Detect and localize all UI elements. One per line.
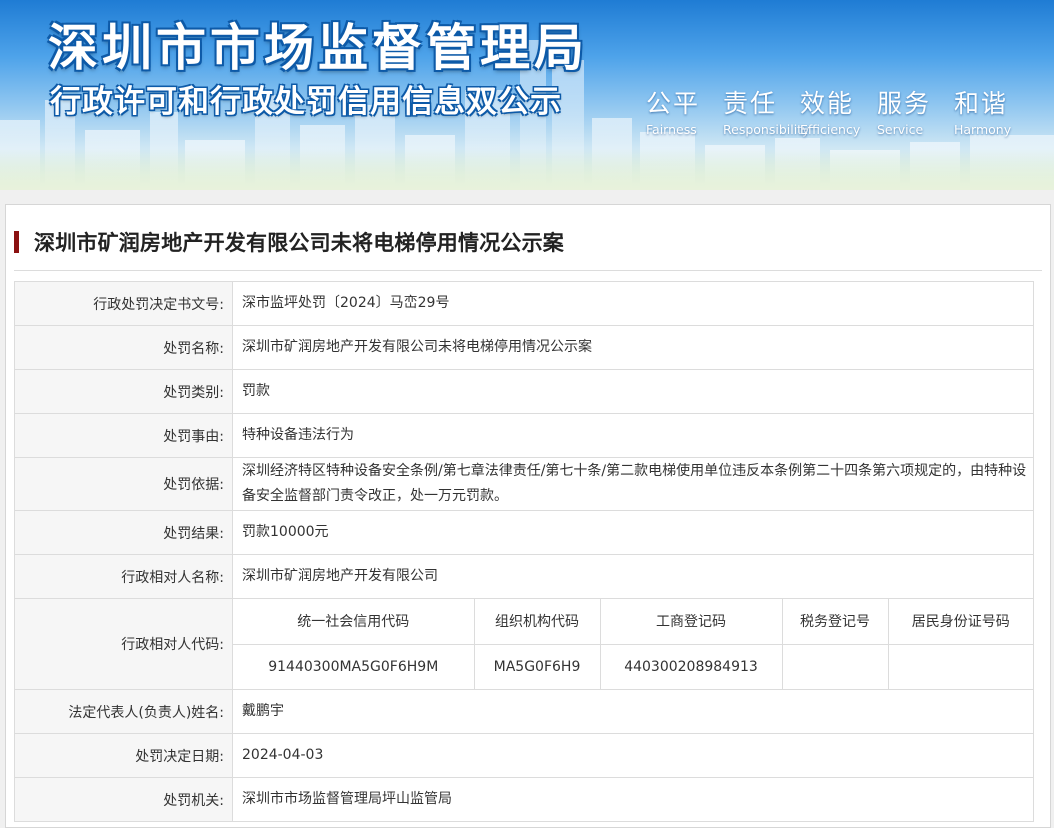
- banner-title: 深圳市市场监督管理局: [48, 19, 588, 77]
- field-value-category: 罚款: [232, 369, 1034, 414]
- penalty-info-table: 行政处罚决定书文号: 深市监坪处罚〔2024〕马峦29号 处罚名称: 深圳市矿润…: [14, 281, 1034, 822]
- code-header: 统一社会信用代码: [233, 599, 475, 645]
- field-label: 处罚决定日期:: [14, 733, 233, 778]
- slogan-cn: 责任: [723, 89, 778, 118]
- field-label: 行政处罚决定书文号:: [14, 281, 233, 326]
- field-label: 行政相对人名称:: [14, 554, 233, 599]
- field-value-doc-no: 深市监坪处罚〔2024〕马峦29号: [232, 281, 1034, 326]
- slogan-harmony: 和谐 Harmony: [954, 84, 1031, 137]
- banner-slogans: 公平 Fairness 责任 Responsibility 效能 Efficie…: [646, 84, 1031, 137]
- id-number-value: [887, 643, 1033, 689]
- slogan-cn: 服务: [877, 89, 932, 118]
- table-row: 处罚决定日期: 2024-04-03: [14, 733, 1034, 778]
- field-label: 处罚事由:: [14, 413, 233, 458]
- field-label: 处罚名称:: [14, 325, 233, 370]
- table-row: 行政处罚决定书文号: 深市监坪处罚〔2024〕马峦29号: [14, 281, 1034, 326]
- slogan-service: 服务 Service: [877, 84, 954, 137]
- site-banner: 深圳市市场监督管理局 行政许可和行政处罚信用信息双公示 公平 Fairness …: [0, 0, 1054, 190]
- table-row: 行政相对人名称: 深圳市矿润房地产开发有限公司: [14, 554, 1034, 599]
- code-header: 税务登记号: [781, 599, 889, 645]
- table-row: 法定代表人(负责人)姓名: 戴鹏宇: [14, 689, 1034, 734]
- table-row: 处罚结果: 罚款10000元: [14, 510, 1034, 555]
- code-header: 居民身份证号码: [887, 599, 1033, 645]
- table-row: 处罚依据: 深圳经济特区特种设备安全条例/第七章法律责任/第七十条/第二款电梯使…: [14, 457, 1034, 511]
- business-reg-value: 440300208984913: [599, 643, 783, 689]
- code-header: 工商登记码: [599, 599, 783, 645]
- field-value-date: 2024-04-03: [232, 733, 1034, 778]
- field-value-result: 罚款10000元: [232, 510, 1034, 555]
- field-label: 处罚结果:: [14, 510, 233, 555]
- content-panel: 深圳市矿润房地产开发有限公司未将电梯停用情况公示案 行政处罚决定书文号: 深市监…: [5, 204, 1051, 828]
- slogan-en: Harmony: [954, 122, 1012, 137]
- slogan-cn: 公平: [646, 89, 701, 118]
- field-label: 处罚类别:: [14, 369, 233, 414]
- field-label: 法定代表人(负责人)姓名:: [14, 689, 233, 734]
- slogan-cn: 效能: [800, 89, 855, 118]
- table-row: 处罚事由: 特种设备违法行为: [14, 413, 1034, 458]
- credit-code-value: 91440300MA5G0F6H9M: [233, 643, 475, 689]
- codes-value-row: 91440300MA5G0F6H9M MA5G0F6H9 44030020898…: [233, 643, 1033, 689]
- field-label: 处罚机关:: [14, 777, 233, 822]
- table-row: 行政相对人代码: 统一社会信用代码 组织机构代码 工商登记码 税务登记号 居民身…: [14, 598, 1034, 690]
- tax-reg-value: [781, 643, 889, 689]
- page-title: 深圳市矿润房地产开发有限公司未将电梯停用情况公示案: [34, 231, 564, 255]
- table-row: 处罚类别: 罚款: [14, 369, 1034, 414]
- banner-subtitle: 行政许可和行政处罚信用信息双公示: [50, 84, 562, 120]
- slogan-fairness: 公平 Fairness: [646, 84, 723, 137]
- org-code-value: MA5G0F6H9: [473, 643, 601, 689]
- field-label: 行政相对人代码:: [14, 598, 233, 690]
- page-title-header: 深圳市矿润房地产开发有限公司未将电梯停用情况公示案: [14, 227, 1042, 271]
- party-codes-table: 统一社会信用代码 组织机构代码 工商登记码 税务登记号 居民身份证号码 9144…: [233, 599, 1033, 689]
- codes-header-row: 统一社会信用代码 组织机构代码 工商登记码 税务登记号 居民身份证号码: [233, 599, 1033, 645]
- field-value-authority: 深圳市市场监督管理局坪山监管局: [232, 777, 1034, 822]
- slogan-en: Efficiency: [800, 122, 861, 137]
- field-value-legal-rep: 戴鹏宇: [232, 689, 1034, 734]
- slogan-cn: 和谐: [954, 89, 1009, 118]
- title-accent-bar: [14, 231, 19, 253]
- field-value-reason: 特种设备违法行为: [232, 413, 1034, 458]
- party-code-cell: 统一社会信用代码 组织机构代码 工商登记码 税务登记号 居民身份证号码 9144…: [232, 598, 1034, 690]
- slogan-en: Fairness: [646, 122, 697, 137]
- field-label: 处罚依据:: [14, 457, 233, 511]
- slogan-efficiency: 效能 Efficiency: [800, 84, 877, 137]
- field-value-basis: 深圳经济特区特种设备安全条例/第七章法律责任/第七十条/第二款电梯使用单位违反本…: [232, 457, 1034, 511]
- slogan-responsibility: 责任 Responsibility: [723, 84, 810, 137]
- slogan-en: Service: [877, 122, 924, 137]
- field-value-name: 深圳市矿润房地产开发有限公司未将电梯停用情况公示案: [232, 325, 1034, 370]
- slogan-en: Responsibility: [723, 122, 810, 137]
- table-row: 处罚机关: 深圳市市场监督管理局坪山监管局: [14, 777, 1034, 822]
- field-value-party-name: 深圳市矿润房地产开发有限公司: [232, 554, 1034, 599]
- code-header: 组织机构代码: [473, 599, 601, 645]
- table-row: 处罚名称: 深圳市矿润房地产开发有限公司未将电梯停用情况公示案: [14, 325, 1034, 370]
